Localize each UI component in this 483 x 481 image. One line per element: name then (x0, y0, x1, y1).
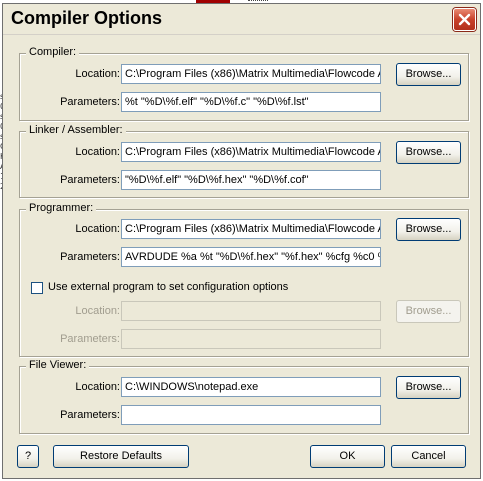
restore-defaults-button[interactable]: Restore Defaults (53, 445, 189, 468)
file-viewer-parameters-field[interactable] (121, 405, 381, 425)
programmer-browse-button[interactable]: Browse... (396, 218, 461, 241)
linker-parameters-label: Parameters: (60, 174, 120, 186)
file-viewer-group: File Viewer: Location: C:\WINDOWS\notepa… (19, 359, 469, 434)
compiler-parameters-field[interactable]: %t "%D\%f.elf" "%D\%f.c" "%D\%f.lst" (121, 92, 381, 112)
file-viewer-location-label: Location: (75, 381, 120, 393)
file-viewer-location-field[interactable]: C:\WINDOWS\notepad.exe (121, 377, 381, 397)
external-parameters-label: Parameters: (60, 333, 120, 345)
programmer-parameters-label: Parameters: (60, 251, 120, 263)
external-parameters-field[interactable] (121, 329, 381, 349)
external-browse-button[interactable]: Browse... (396, 300, 461, 323)
compiler-location-label: Location: (75, 68, 120, 80)
compiler-browse-button[interactable]: Browse... (396, 63, 461, 86)
external-program-checkbox[interactable] (31, 282, 43, 294)
external-location-field[interactable] (121, 301, 381, 321)
help-button[interactable]: ? (17, 445, 39, 468)
external-location-label: Location: (75, 305, 120, 317)
file-viewer-browse-button[interactable]: Browse... (396, 376, 461, 399)
linker-location-field[interactable]: C:\Program Files (x86)\Matrix Multimedia… (121, 142, 381, 162)
linker-location-label: Location: (75, 146, 120, 158)
linker-parameters-field[interactable]: "%D\%f.elf" "%D\%f.hex" "%D\%f.cof" (121, 170, 381, 190)
cancel-button[interactable]: Cancel (391, 445, 466, 468)
programmer-group: Programmer: Location: C:\Program Files (… (19, 202, 469, 357)
programmer-location-label: Location: (75, 223, 120, 235)
compiler-parameters-label: Parameters: (60, 96, 120, 108)
title-bar[interactable]: Compiler Options (3, 4, 480, 35)
file-viewer-group-label: File Viewer: (26, 359, 90, 371)
file-viewer-parameters-label: Parameters: (60, 409, 120, 421)
linker-group: Linker / Assembler: Location: C:\Program… (19, 124, 469, 198)
ok-button[interactable]: OK (310, 445, 385, 468)
compiler-options-dialog: Compiler Options Compiler: Location: C:\… (2, 3, 481, 479)
close-icon (458, 13, 471, 26)
dialog-title: Compiler Options (11, 8, 163, 28)
programmer-parameters-field[interactable]: AVRDUDE %a %t "%D\%f.hex" "%f.hex" %cfg … (121, 247, 381, 267)
compiler-group: Compiler: Location: C:\Program Files (x8… (19, 46, 469, 121)
linker-group-label: Linker / Assembler: (26, 124, 126, 136)
programmer-location-field[interactable]: C:\Program Files (x86)\Matrix Multimedia… (121, 219, 381, 239)
linker-browse-button[interactable]: Browse... (396, 141, 461, 164)
compiler-group-label: Compiler: (26, 46, 80, 58)
external-program-checkbox-label[interactable]: Use external program to set configuratio… (48, 281, 288, 293)
compiler-location-field[interactable]: C:\Program Files (x86)\Matrix Multimedia… (121, 64, 381, 84)
programmer-group-label: Programmer: (26, 202, 97, 214)
close-button[interactable] (453, 8, 476, 31)
